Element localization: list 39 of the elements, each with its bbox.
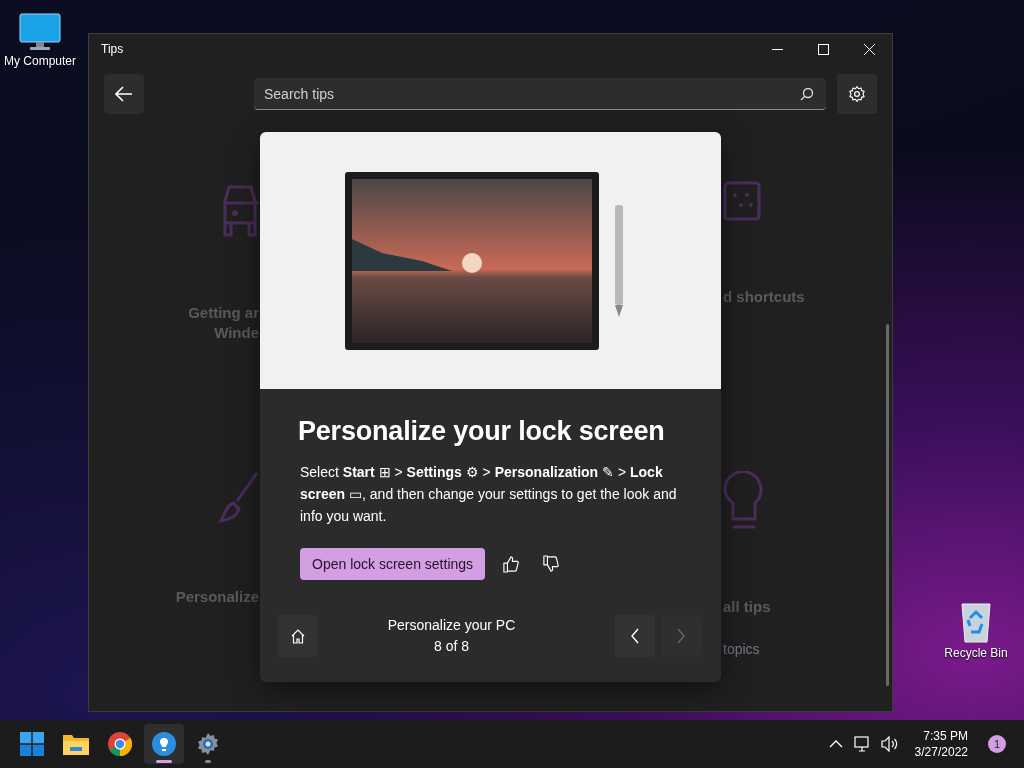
desktop-shortcut[interactable]: My Computer bbox=[0, 10, 80, 70]
scrollbar[interactable] bbox=[886, 324, 889, 686]
notification-badge[interactable]: 1 bbox=[988, 735, 1006, 753]
monitor-icon bbox=[18, 12, 62, 52]
search-icon bbox=[800, 87, 814, 101]
chevron-up-icon[interactable] bbox=[828, 739, 843, 749]
tip-description: Select Start ⊞ > Settings ⚙ > Personalization ✎ > Lock screen ▭, and then change your settings to get the look and info you want. bbox=[300, 463, 678, 526]
close-icon bbox=[863, 43, 875, 55]
home-button[interactable] bbox=[278, 615, 318, 657]
maximize-icon bbox=[817, 43, 829, 55]
clock[interactable]: 7:35 PM 3/27/2022 bbox=[908, 728, 974, 760]
start-icon bbox=[20, 732, 44, 756]
home-icon bbox=[290, 628, 306, 644]
browser-icon bbox=[108, 732, 132, 756]
chevron-right-icon bbox=[676, 628, 686, 644]
back-arrow-icon bbox=[115, 86, 133, 102]
tip-category-title: Winde bbox=[214, 323, 259, 343]
chevron-left-icon bbox=[630, 628, 640, 644]
search-field[interactable]: Search tips bbox=[254, 78, 826, 110]
window-title: Tips bbox=[101, 42, 124, 56]
tip-title: Personalize your lock screen bbox=[298, 415, 666, 448]
settings-icon bbox=[196, 732, 220, 756]
settings-icon bbox=[848, 85, 866, 103]
tip-count: topics bbox=[723, 641, 760, 657]
settings-button[interactable] bbox=[837, 74, 877, 114]
taskbar-app-button[interactable] bbox=[144, 724, 184, 764]
tip-category-title: Personalize bbox=[175, 587, 259, 607]
back-button[interactable] bbox=[104, 74, 144, 114]
paintbrush-icon bbox=[219, 471, 259, 523]
open-settings-button[interactable]: Open lock screen settings bbox=[300, 548, 486, 580]
network-icon[interactable] bbox=[852, 736, 871, 752]
folder-icon bbox=[63, 733, 89, 755]
lightbulb-icon bbox=[152, 732, 176, 756]
topic-name: Personalize your PC bbox=[387, 616, 516, 635]
tip-position: 8 of 8 bbox=[434, 637, 469, 656]
desktop-shortcut[interactable]: Recycle Bin bbox=[938, 598, 1014, 662]
volume-icon[interactable] bbox=[880, 736, 899, 752]
thumbs-up-icon bbox=[503, 554, 520, 574]
thumbs-down-icon bbox=[543, 554, 560, 574]
